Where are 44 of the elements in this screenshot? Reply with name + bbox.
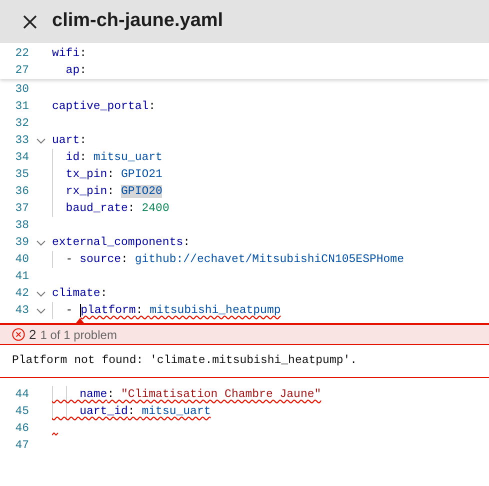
- close-icon: [23, 14, 37, 28]
- line-number: 39: [14, 234, 29, 251]
- chevron-down-icon[interactable]: [36, 290, 46, 296]
- line-number: 41: [14, 268, 29, 285]
- code-line: rx_pin: GPIO20: [64, 184, 162, 200]
- code-line: uart:: [52, 132, 87, 149]
- line-number: 35: [14, 166, 29, 183]
- code-line: name: "Climatisation Chambre Jaune": [78, 386, 322, 403]
- code-line: ap:: [64, 62, 87, 79]
- line-number: 37: [14, 200, 29, 217]
- chevron-down-icon[interactable]: [36, 240, 46, 246]
- chevron-down-icon[interactable]: [36, 308, 46, 314]
- line-number: 42: [14, 286, 29, 302]
- code-line: uart_id: mitsu_uart: [78, 404, 211, 420]
- line-number: 33: [14, 132, 29, 149]
- line-number: 45: [14, 404, 29, 420]
- line-number: 22: [14, 46, 29, 62]
- line-number: 44: [14, 386, 29, 403]
- code-line: - platform: mitsubishi_heatpump: [64, 302, 281, 319]
- code-line: external_components:: [52, 234, 190, 251]
- chevron-down-icon[interactable]: [36, 138, 46, 144]
- line-number: 40: [14, 252, 29, 268]
- problem-message: Platform not found: 'climate.mitsubishi_heatpump'.: [12, 353, 358, 370]
- line-number: 32: [14, 116, 29, 132]
- line-number: 47: [14, 438, 29, 454]
- line-number: 38: [14, 218, 29, 234]
- problem-summary: 1 of 1 problem: [40, 326, 117, 344]
- code-line: tx_pin: GPIO21: [64, 166, 162, 183]
- code-line: climate:: [52, 286, 108, 302]
- code-line: - source: github://echavet/MitsubishiCN105ESPHome: [64, 252, 404, 268]
- line-number: 30: [14, 82, 29, 98]
- line-number: 34: [14, 150, 29, 166]
- error-icon: [12, 328, 25, 341]
- line-number: 36: [14, 184, 29, 200]
- code-line: id: mitsu_uart: [64, 150, 162, 166]
- code-line: wifi:: [52, 46, 87, 62]
- problem-count: 2: [29, 326, 36, 344]
- code-line: baud_rate: 2400: [64, 200, 170, 217]
- file-title: clim-ch-jaune.yaml: [52, 9, 224, 34]
- line-number: 27: [14, 62, 29, 79]
- line-number: 43: [14, 302, 29, 319]
- line-number: 46: [14, 420, 29, 437]
- code-line: captive_portal:: [52, 98, 156, 115]
- line-number: 31: [14, 98, 29, 115]
